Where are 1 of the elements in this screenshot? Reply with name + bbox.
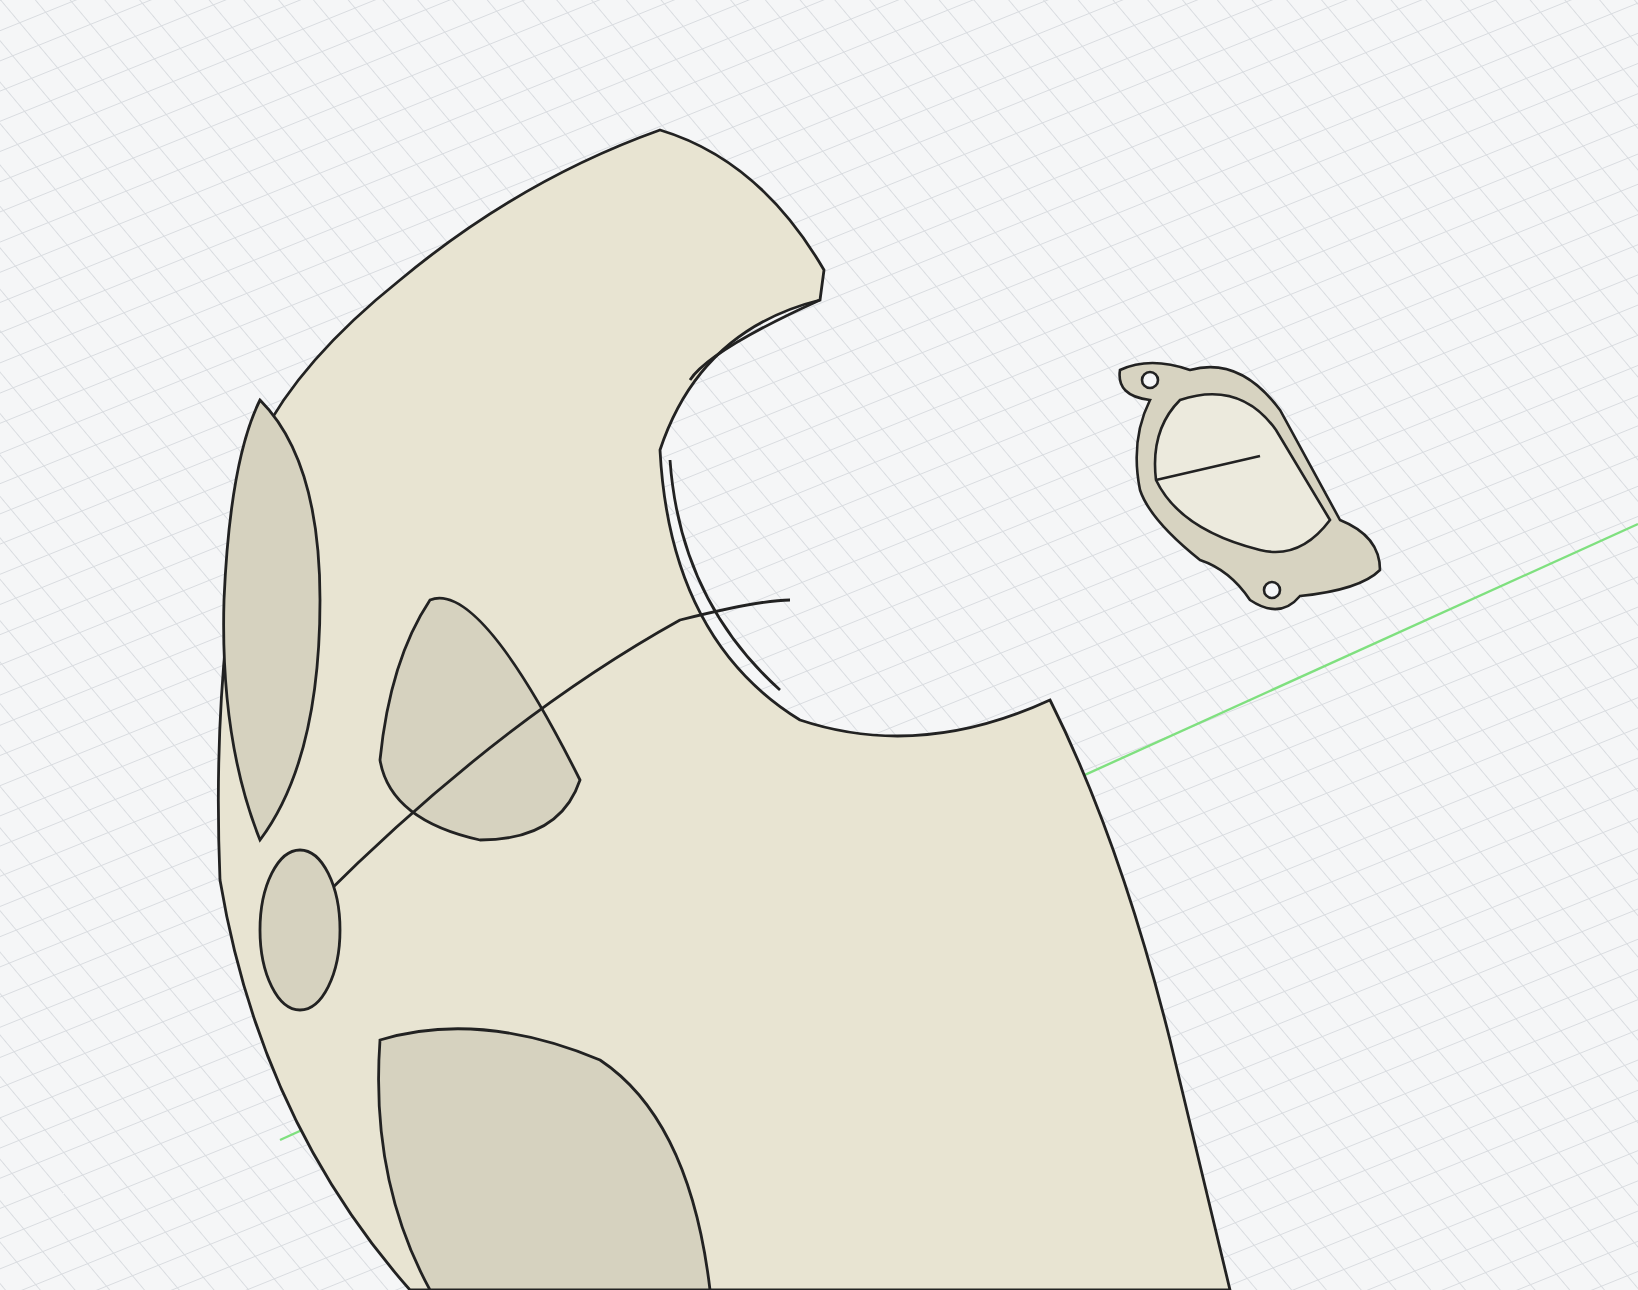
bracket-part-drawing[interactable] bbox=[1118, 361, 1382, 611]
